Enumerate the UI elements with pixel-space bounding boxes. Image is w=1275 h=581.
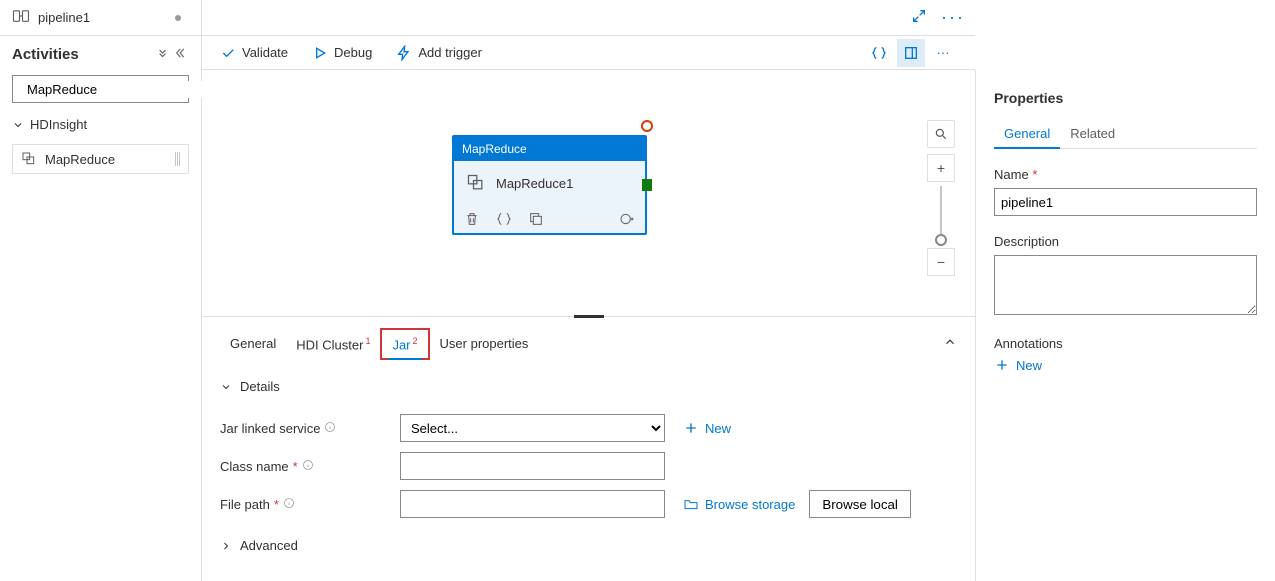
file-path-label: File path <box>220 497 270 512</box>
new-linked-service-button[interactable]: New <box>683 420 731 436</box>
props-tab-general[interactable]: General <box>994 120 1060 149</box>
properties-panel-icon[interactable] <box>897 39 925 67</box>
validation-error-icon <box>641 120 653 132</box>
info-icon[interactable] <box>283 497 295 512</box>
tab-hdi-cluster[interactable]: HDI Cluster1 <box>286 330 380 358</box>
add-annotation-button[interactable]: New <box>994 357 1257 373</box>
zoom-slider[interactable] <box>940 186 942 244</box>
browse-local-button[interactable]: Browse local <box>809 490 911 518</box>
node-name: MapReduce1 <box>496 176 573 191</box>
browse-storage-button[interactable]: Browse storage <box>683 496 795 512</box>
config-panel: General HDI Cluster1 Jar2 User propertie… <box>202 316 975 581</box>
class-name-input[interactable] <box>400 452 665 480</box>
mapreduce-node[interactable]: MapReduce MapReduce1 <box>452 135 647 235</box>
toolbar-more-icon[interactable]: ··· <box>929 39 957 67</box>
titlebar-more-icon[interactable]: ··· <box>941 7 965 28</box>
activity-search-input[interactable] <box>25 81 205 98</box>
name-label: Name <box>994 167 1029 182</box>
titlebar: ··· <box>202 0 975 36</box>
unsaved-indicator <box>175 15 181 21</box>
category-hdinsight[interactable]: HDInsight <box>0 109 201 140</box>
jar-linked-service-select[interactable]: Select... <box>400 414 665 442</box>
add-trigger-button[interactable]: Add trigger <box>396 45 482 61</box>
class-name-label: Class name <box>220 459 289 474</box>
info-icon[interactable] <box>324 421 336 436</box>
output-port[interactable] <box>642 179 652 191</box>
toolbar: Validate Debug Add trigger ··· <box>202 36 975 70</box>
code-view-icon[interactable] <box>865 39 893 67</box>
activity-mapreduce[interactable]: MapReduce <box>12 144 189 174</box>
props-tab-related[interactable]: Related <box>1060 120 1125 148</box>
pipeline-tab[interactable]: pipeline1 <box>0 0 201 36</box>
collapse-panel-icon[interactable] <box>943 335 957 352</box>
file-path-input[interactable] <box>400 490 665 518</box>
section-advanced[interactable]: Advanced <box>220 528 957 563</box>
expand-icon[interactable] <box>897 8 927 27</box>
run-icon[interactable] <box>619 211 635 227</box>
zoom-in-button[interactable]: + <box>927 154 955 182</box>
jar-linked-service-label: Jar linked service <box>220 421 320 436</box>
delete-icon[interactable] <box>464 211 480 227</box>
tab-user-properties[interactable]: User properties <box>430 330 539 357</box>
activities-sidebar: pipeline1 Activities HDInsight MapReduce <box>0 0 202 581</box>
properties-title: Properties <box>994 90 1257 106</box>
activity-search[interactable] <box>12 75 189 103</box>
copy-icon[interactable] <box>528 211 544 227</box>
canvas[interactable]: MapReduce MapReduce1 <box>202 70 975 316</box>
zoom-out-button[interactable]: − <box>927 248 955 276</box>
validate-button[interactable]: Validate <box>220 45 288 61</box>
tab-jar[interactable]: Jar2 <box>380 328 429 360</box>
drag-handle-icon <box>175 152 180 166</box>
code-icon[interactable] <box>496 211 512 227</box>
description-input[interactable] <box>994 255 1257 315</box>
expand-collapse-icon[interactable] <box>149 46 169 63</box>
annotations-label: Annotations <box>994 336 1257 351</box>
properties-panel: Properties General Related Name * Descri… <box>975 70 1275 581</box>
tab-general[interactable]: General <box>220 330 286 357</box>
section-details[interactable]: Details <box>220 369 957 404</box>
pipeline-icon <box>12 7 30 28</box>
canvas-search-icon[interactable] <box>927 120 955 148</box>
node-type: MapReduce <box>454 137 645 161</box>
info-icon[interactable] <box>302 459 314 474</box>
activities-title: Activities <box>12 46 79 63</box>
pipeline-name: pipeline1 <box>38 10 90 25</box>
name-input[interactable] <box>994 188 1257 216</box>
collapse-sidebar-icon[interactable] <box>169 46 189 63</box>
debug-button[interactable]: Debug <box>312 45 372 61</box>
description-label: Description <box>994 234 1257 249</box>
